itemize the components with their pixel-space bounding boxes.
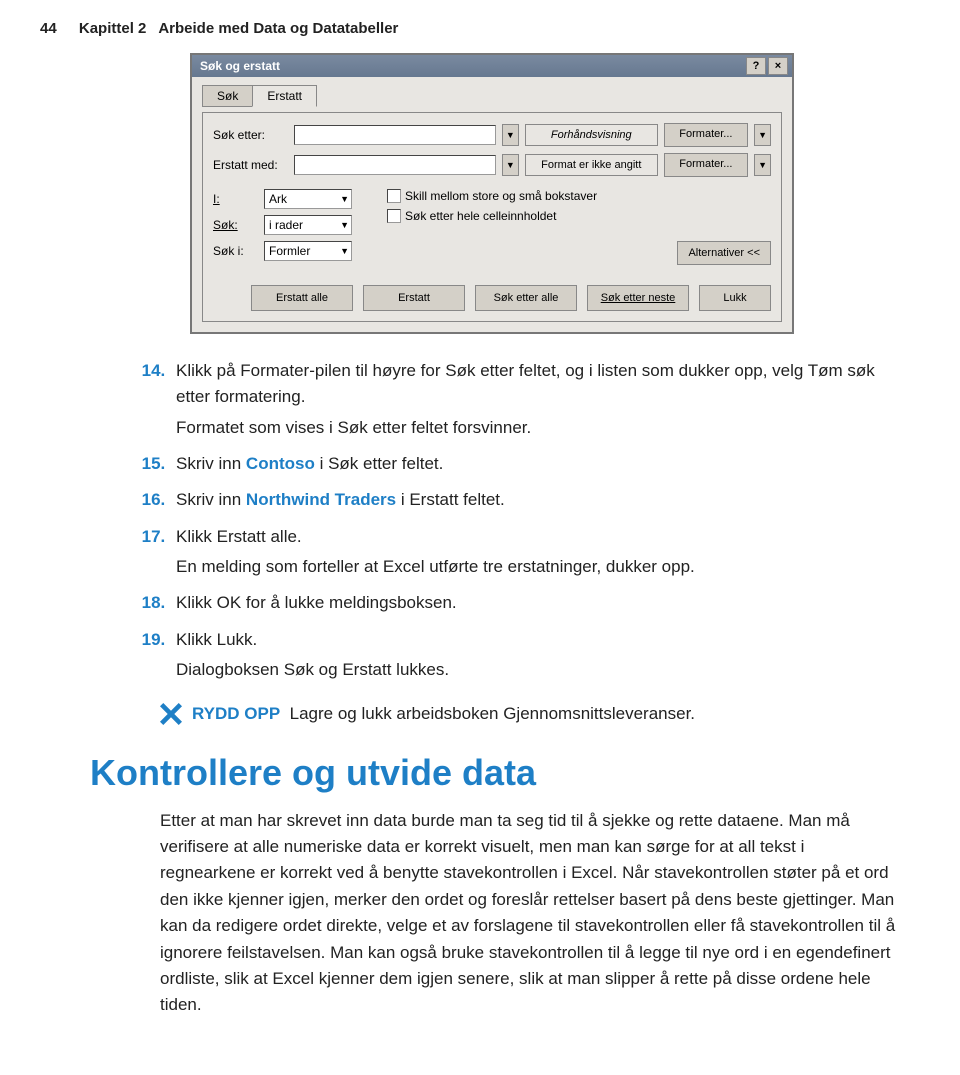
tab-search[interactable]: Søk [202,85,253,107]
chevron-down-icon: ▼ [340,194,349,204]
replace-all-button[interactable]: Erstatt alle [251,285,353,311]
step-14-followup: Formatet som vises i Søk etter feltet fo… [176,415,880,441]
step-18: Klikk OK for å lukke meldingsboksen. [170,590,880,616]
search-direction-value: i rader [269,218,303,232]
step-16: Skriv inn Northwind Traders i Erstatt fe… [170,487,880,513]
within-label: I: [213,192,258,206]
replace-button[interactable]: Erstatt [363,285,465,311]
page-header: 44 Kapittel 2 Arbeide med Data og Datata… [40,20,920,37]
find-replace-dialog: Søk og erstatt ? × Søk Erstatt Søk etter… [190,53,794,334]
step-14: Klikk på Formater-pilen til høyre for Sø… [170,358,880,441]
close-x-icon [160,703,182,725]
step-19: Klikk Lukk. Dialogboksen Søk og Erstatt … [170,627,880,684]
chapter-label: Kapittel 2 [79,20,147,37]
chevron-down-icon: ▼ [340,246,349,256]
within-value: Ark [269,192,287,206]
format-button-replace[interactable]: Formater... [664,153,748,177]
chapter-title: Arbeide med Data og Datatabeller [158,20,398,37]
dialog-title: Søk og erstatt [196,59,280,73]
whole-cell-label: Søk etter hele celleinnholdet [405,209,556,223]
checkbox-icon [387,189,401,203]
search-direction-label: Søk: [213,218,258,232]
replace-preview: Format er ikke angitt [525,154,658,176]
replace-input[interactable] [294,155,496,175]
close-icon[interactable]: × [768,57,788,75]
within-combo[interactable]: Ark ▼ [264,189,352,209]
tab-replace[interactable]: Erstatt [252,85,317,107]
dialog-titlebar: Søk og erstatt ? × [192,55,792,77]
find-all-button[interactable]: Søk etter alle [475,285,577,311]
search-after-label: Søk etter: [213,128,288,142]
cleanup-label: RYDD OPP [192,704,280,723]
find-next-button[interactable]: Søk etter neste [587,285,689,311]
close-button[interactable]: Lukk [699,285,771,311]
dialog-controls: ? × [746,57,788,75]
replace-with-label: Erstatt med: [213,158,288,172]
search-in-label: Søk i: [213,244,258,258]
help-button[interactable]: ? [746,57,766,75]
format-dropdown-arrow-icon[interactable]: ▼ [754,124,771,146]
section-heading: Kontrollere og utvide data [90,752,920,794]
step-list: Klikk på Formater-pilen til høyre for Sø… [170,358,920,683]
checkbox-icon [387,209,401,223]
search-input[interactable] [294,125,496,145]
step-17: Klikk Erstatt alle. En melding som forte… [170,524,880,581]
search-preview: Forhåndsvisning [525,124,658,146]
step-15: Skriv inn Contoso i Søk etter feltet. [170,451,880,477]
format-dropdown-arrow-icon-2[interactable]: ▼ [754,154,771,176]
match-case-checkbox[interactable]: Skill mellom store og små bokstaver [387,189,771,203]
chevron-down-icon: ▼ [340,220,349,230]
whole-cell-checkbox[interactable]: Søk etter hele celleinnholdet [387,209,771,223]
section-paragraph: Etter at man har skrevet inn data burde … [160,808,920,1019]
search-in-value: Formler [269,244,310,258]
page-number: 44 [40,20,57,37]
cleanup-text: Lagre og lukk arbeidsboken Gjennomsnitts… [290,704,695,723]
search-dropdown-arrow-icon[interactable]: ▼ [502,124,519,146]
step-17-followup: En melding som forteller at Excel utført… [176,554,880,580]
search-direction-combo[interactable]: i rader ▼ [264,215,352,235]
search-in-combo[interactable]: Formler ▼ [264,241,352,261]
step-19-followup: Dialogboksen Søk og Erstatt lukkes. [176,657,880,683]
match-case-label: Skill mellom store og små bokstaver [405,189,597,203]
options-button[interactable]: Alternativer << [677,241,771,265]
format-button-search[interactable]: Formater... [664,123,748,147]
replace-dropdown-arrow-icon[interactable]: ▼ [502,154,519,176]
cleanup-row: RYDD OPP Lagre og lukk arbeidsboken Gjen… [160,701,920,727]
